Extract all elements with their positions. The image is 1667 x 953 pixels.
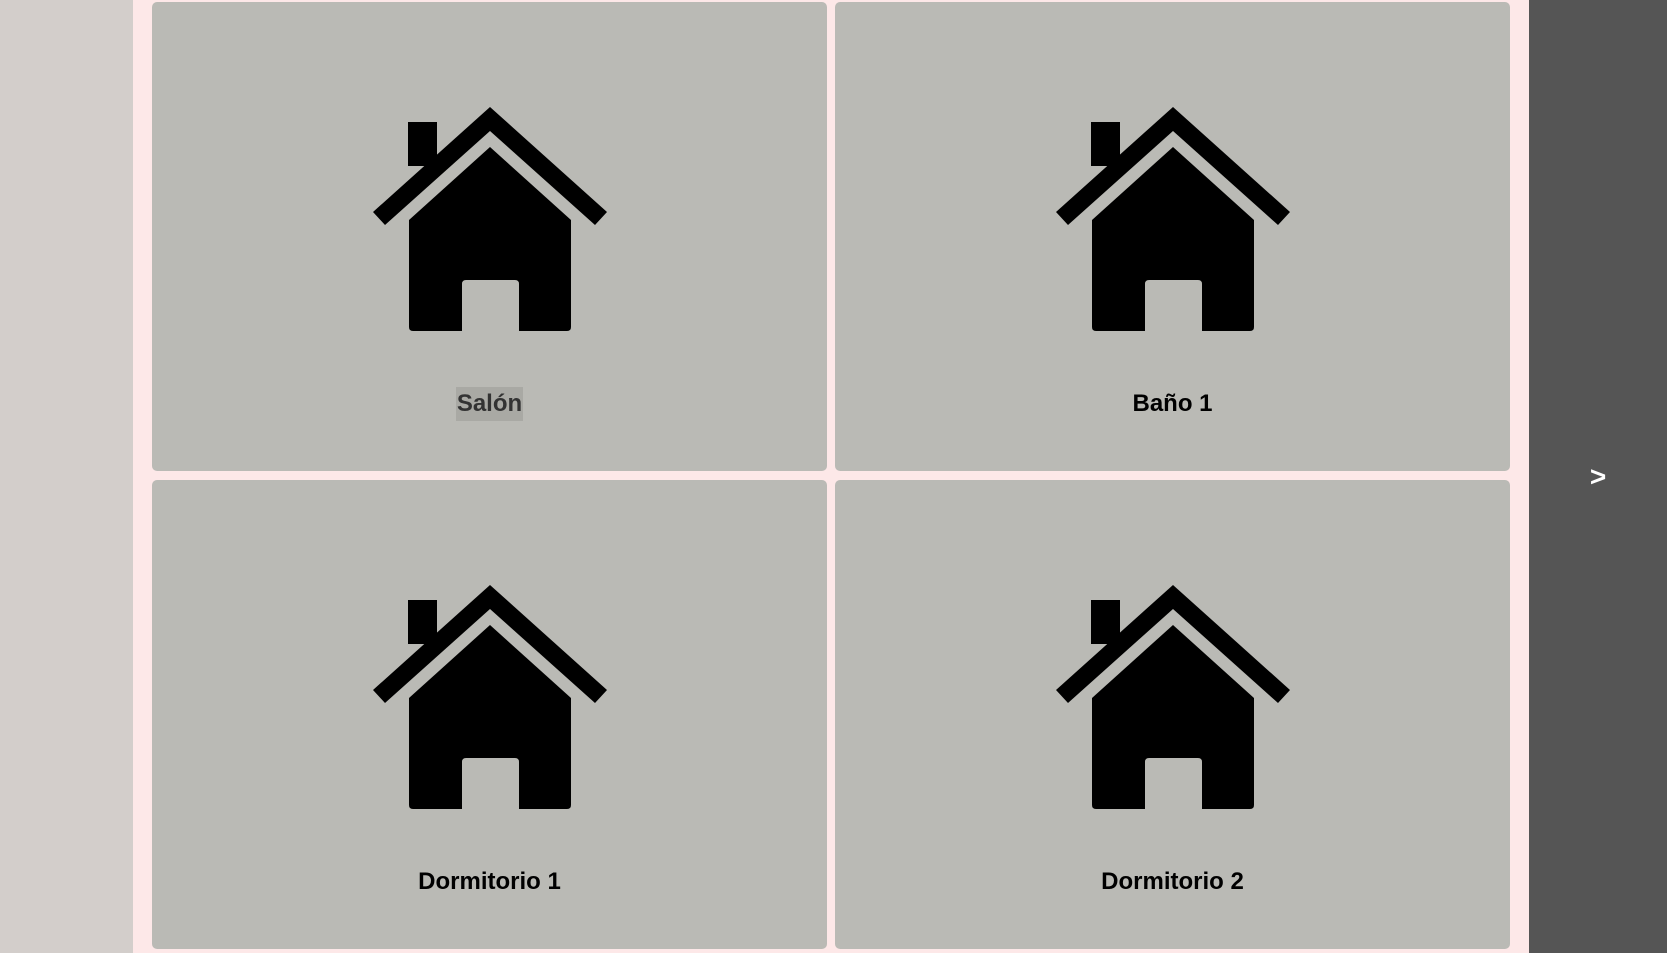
- side-navigation-panel: >: [1529, 0, 1667, 953]
- house-icon: [373, 585, 607, 809]
- house-icon: [1056, 585, 1290, 809]
- next-page-button[interactable]: >: [1580, 455, 1616, 499]
- room-card-salon[interactable]: Salón: [152, 2, 827, 471]
- room-label: Salón: [152, 387, 827, 421]
- room-card-dormitorio-1[interactable]: Dormitorio 1: [152, 480, 827, 949]
- house-icon: [1056, 107, 1290, 331]
- room-label: Dormitorio 2: [1101, 868, 1244, 895]
- room-card-dormitorio-2[interactable]: Dormitorio 2: [835, 480, 1510, 949]
- room-label: Baño 1: [1132, 390, 1213, 417]
- room-card-bano-1[interactable]: Baño 1: [835, 2, 1510, 471]
- left-margin-strip: [0, 0, 133, 953]
- room-label: Dormitorio 1: [418, 868, 561, 895]
- house-icon: [373, 107, 607, 331]
- room-grid: Salón Baño 1 Dormitorio 1 Dormitorio 2: [133, 0, 1529, 953]
